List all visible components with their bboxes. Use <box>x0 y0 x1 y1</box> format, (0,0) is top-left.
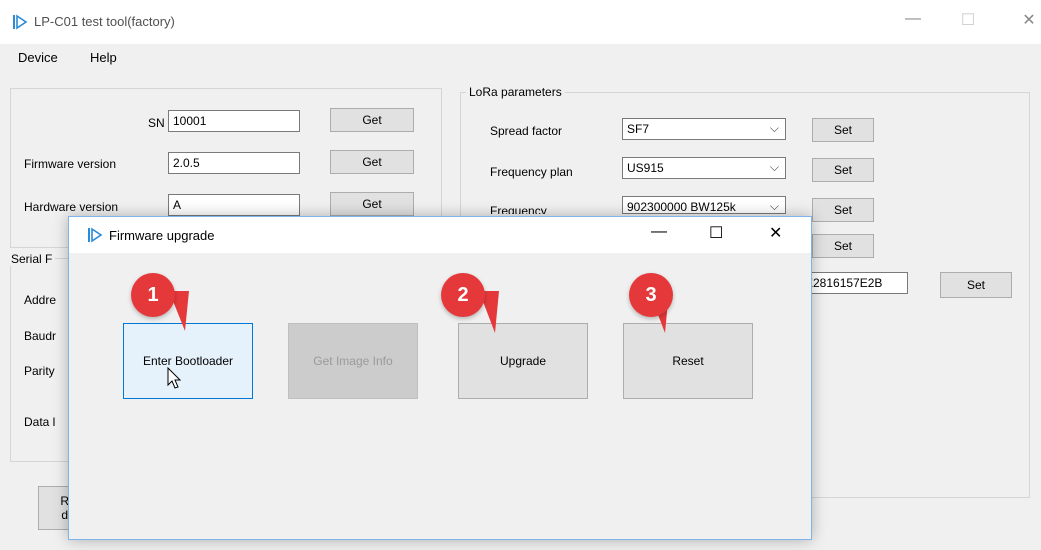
hardware-version-field[interactable]: A <box>168 194 300 216</box>
app-logo-icon <box>13 14 28 30</box>
dialog-minimize-icon[interactable]: — <box>651 223 667 241</box>
set-frequency-button[interactable]: Set <box>812 198 874 222</box>
serial-group-title: Serial F <box>8 252 56 266</box>
frequency-plan-value: US915 <box>627 161 664 175</box>
key-field[interactable]: E2816157E2B <box>800 272 908 294</box>
get-firmware-button[interactable]: Get <box>330 150 414 174</box>
dialog-title: Firmware upgrade <box>109 228 215 243</box>
hardware-version-label: Hardware version <box>24 200 119 214</box>
dialog-maximize-icon[interactable]: ☐ <box>709 223 723 243</box>
step-badge-3: 3 <box>629 273 673 317</box>
frequency-select[interactable]: 902300000 BW125k ⌵ <box>622 196 786 214</box>
frequency-value: 902300000 BW125k <box>627 200 736 214</box>
close-icon[interactable]: ✕ <box>1014 10 1041 30</box>
set-frequency-plan-button[interactable]: Set <box>812 158 874 182</box>
app-title: LP-C01 test tool(factory) <box>34 14 175 29</box>
spread-factor-select[interactable]: SF7 ⌵ <box>622 118 786 140</box>
firmware-upgrade-dialog: Firmware upgrade — ☐ ✕ Enter Bootloader … <box>68 216 812 540</box>
title-bar: LP-C01 test tool(factory) — ☐ ✕ <box>0 0 1041 44</box>
frequency-plan-label: Frequency plan <box>490 165 573 179</box>
sn-field[interactable]: 10001 <box>168 110 300 132</box>
firmware-version-field[interactable]: 2.0.5 <box>168 152 300 174</box>
step-badge-1: 1 <box>131 273 175 317</box>
frequency-plan-select[interactable]: US915 ⌵ <box>622 157 786 179</box>
spread-factor-label: Spread factor <box>490 124 563 138</box>
chevron-down-icon: ⌵ <box>769 160 779 174</box>
dialog-logo-icon <box>88 227 103 243</box>
spread-factor-value: SF7 <box>627 122 650 136</box>
menu-device[interactable]: Device <box>18 50 58 65</box>
dialog-title-bar: Firmware upgrade — ☐ ✕ <box>69 217 811 253</box>
parity-label: Parity <box>24 364 55 378</box>
step-badge-2: 2 <box>441 273 485 317</box>
reset-button[interactable]: Reset <box>623 323 753 399</box>
mouse-cursor-icon <box>167 367 182 389</box>
chevron-down-icon: ⌵ <box>769 199 779 213</box>
dialog-close-icon[interactable]: ✕ <box>769 223 782 243</box>
get-hardware-button[interactable]: Get <box>330 192 414 216</box>
set-key-button[interactable]: Set <box>940 272 1012 298</box>
lora-group-title: LoRa parameters <box>466 85 565 99</box>
chevron-down-icon: ⌵ <box>769 121 779 135</box>
maximize-icon[interactable]: ☐ <box>953 10 983 30</box>
menu-bar <box>0 44 1041 70</box>
minimize-icon[interactable]: — <box>898 10 928 28</box>
frequency-label: Frequency <box>490 204 547 214</box>
set-parameter-button[interactable]: Set <box>812 234 874 258</box>
baudrate-label: Baudr <box>24 329 57 343</box>
get-image-info-button[interactable]: Get Image Info <box>288 323 418 399</box>
firmware-version-label: Firmware version <box>24 157 117 171</box>
get-sn-button[interactable]: Get <box>330 108 414 132</box>
address-label: Addre <box>24 293 57 307</box>
menu-help[interactable]: Help <box>90 50 117 65</box>
set-spread-factor-button[interactable]: Set <box>812 118 874 142</box>
sn-label: SN <box>148 116 165 130</box>
data-bits-label: Data l <box>24 415 56 429</box>
